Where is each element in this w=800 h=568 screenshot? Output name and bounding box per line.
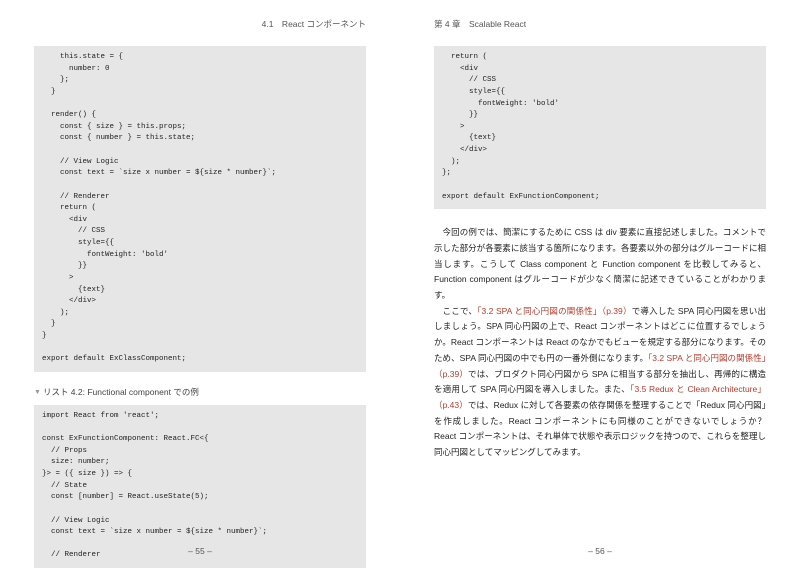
page-number-right: – 56 – xyxy=(400,546,800,556)
running-header-left: 4.1 React コンポーネント xyxy=(34,18,366,30)
body-text: 今回の例では、簡潔にするために CSS は div 要素に直接記述しました。コメ… xyxy=(434,225,766,461)
paragraph-1: 今回の例では、簡潔にするために CSS は div 要素に直接記述しました。コメ… xyxy=(434,227,766,300)
listing-caption-text: リスト 4.2: Functional component での例 xyxy=(43,387,199,397)
code-block-function-component-start: import React from 'react'; const ExFunct… xyxy=(34,405,366,568)
triangle-icon: ▼ xyxy=(34,389,41,396)
cross-reference-1: 「3.2 SPA と同心円図の関係性」（p.39） xyxy=(477,306,632,316)
paragraph-2-end: では、Redux に対して各要素の依存関係を整理することで「Redux 同心円図… xyxy=(434,400,775,457)
listing-caption: ▼リスト 4.2: Functional component での例 xyxy=(34,386,366,398)
page-number-left: – 55 – xyxy=(0,546,400,556)
code-block-function-component-end: return ( <div // CSS style={{ fontWeight… xyxy=(434,46,766,209)
page-left: 4.1 React コンポーネント this.state = { number:… xyxy=(0,0,400,566)
running-header-right: 第 4 章 Scalable React xyxy=(434,18,766,30)
page-right: 第 4 章 Scalable React return ( <div // CS… xyxy=(400,0,800,566)
code-block-class-component: this.state = { number: 0 }; } render() {… xyxy=(34,46,366,372)
paragraph-2-pre: ここで、 xyxy=(443,306,478,316)
